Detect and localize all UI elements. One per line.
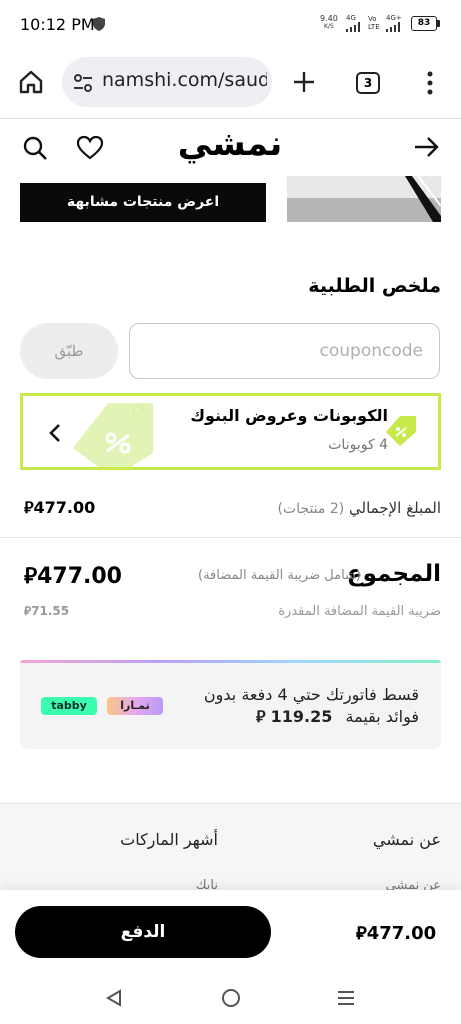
namshi-logo[interactable]: نمشي <box>170 124 290 164</box>
riyal-symbol: ⃁ <box>356 923 367 944</box>
search-icon[interactable] <box>22 135 48 165</box>
pay-button[interactable]: الدفع <box>15 906 271 958</box>
battery-nub <box>437 20 440 27</box>
total-label: المجموع <box>346 561 441 587</box>
heart-icon[interactable] <box>76 135 104 165</box>
promo-title: الكوبونات وعروض البنوك <box>190 406 388 425</box>
url-text[interactable]: namshi.com/saud <box>102 69 267 91</box>
signal-bars-icon <box>346 22 360 32</box>
signal-1: 4G <box>346 14 362 34</box>
coupon-code-input[interactable] <box>129 323 440 379</box>
vat-value: ⃁71.55 <box>24 604 69 619</box>
installments-text: قسط فاتورتك حتي 4 دفعة بدون فوائد بقيمة … <box>159 684 419 728</box>
signal-3: 4G+ <box>386 14 406 34</box>
coupons-offers-card[interactable] <box>20 393 441 470</box>
signal-bars-icon <box>386 22 400 32</box>
back-nav-icon[interactable] <box>105 989 123 1011</box>
subtotal-amount: 477.00 <box>33 498 96 517</box>
total-vat-note: (شامل ضريبة القيمة المضافة) <box>198 568 361 583</box>
total-value: ⃁477.00 <box>24 562 122 590</box>
footer-about-title: عن نمشي <box>372 830 441 849</box>
status-time: 10:12 PM <box>20 15 95 34</box>
checkout-total: ⃁477.00 <box>356 921 436 944</box>
battery-icon: 83 <box>411 16 437 31</box>
vat-amount: 71.55 <box>31 604 70 618</box>
chevron-left-icon[interactable] <box>49 423 61 447</box>
subtotal-value: ⃁477.00 <box>24 498 95 518</box>
new-tab-icon[interactable] <box>292 70 316 98</box>
installments-line2: فوائد بقيمة 119.25 ⃁ <box>159 706 419 728</box>
back-arrow-icon[interactable] <box>413 136 441 162</box>
subtotal-items-count: (2 منتجات) <box>277 501 345 517</box>
discount-tag-bg-icon <box>73 403 153 467</box>
total-amount: 477.00 <box>37 564 122 589</box>
riyal-symbol: ⃁ <box>24 498 34 517</box>
footer-brands-title: أشهر الماركات <box>120 830 218 849</box>
net-speed-unit: K/S <box>324 23 334 30</box>
coupon-tag-icon <box>382 412 420 454</box>
subtotal-label: المبلغ الإجمالي (2 منتجات) <box>278 499 441 517</box>
divider <box>0 537 461 538</box>
apply-coupon-button[interactable]: طبّق <box>20 323 118 379</box>
home-icon[interactable] <box>18 69 44 99</box>
show-similar-button[interactable]: اعرض منتجات مشابهة <box>20 183 266 222</box>
order-summary-title: ملخص الطلبية <box>308 275 441 297</box>
checkout-total-amount: 477.00 <box>366 923 437 944</box>
installments-gradient-bar <box>20 660 441 663</box>
signal-2: Vo LTE <box>368 15 380 31</box>
installments-amount: 119.25 <box>270 707 333 726</box>
vat-label: ضريبة القيمة المضافة المقدرة <box>278 604 441 619</box>
installments-line1: قسط فاتورتك حتي 4 دفعة بدون <box>203 685 419 704</box>
installments-line2-text: فوائد بقيمة <box>345 707 420 726</box>
product-thumbnail[interactable] <box>287 176 441 222</box>
site-settings-icon[interactable] <box>73 73 93 97</box>
net-speed: 9.40 K/S <box>320 15 338 31</box>
tabby-logo: tabby <box>41 697 97 715</box>
net-speed-value: 9.40 <box>320 14 338 23</box>
shield-icon <box>93 16 105 35</box>
riyal-symbol: ⃁ <box>24 564 38 589</box>
tab-switcher-button[interactable]: 3 <box>356 72 380 94</box>
tamara-logo: تمـارا <box>107 697 163 715</box>
promo-coupon-count: 4 كوبونات <box>328 437 388 453</box>
signal-3-label: 4G+ <box>386 14 402 22</box>
home-nav-icon[interactable] <box>221 988 241 1012</box>
subtotal-label-text: المبلغ الإجمالي <box>349 499 441 517</box>
riyal-symbol: ⃁ <box>256 707 266 726</box>
recents-nav-icon[interactable] <box>337 989 355 1011</box>
more-menu-icon[interactable] <box>426 71 434 99</box>
signal-1-label: 4G <box>346 14 356 22</box>
